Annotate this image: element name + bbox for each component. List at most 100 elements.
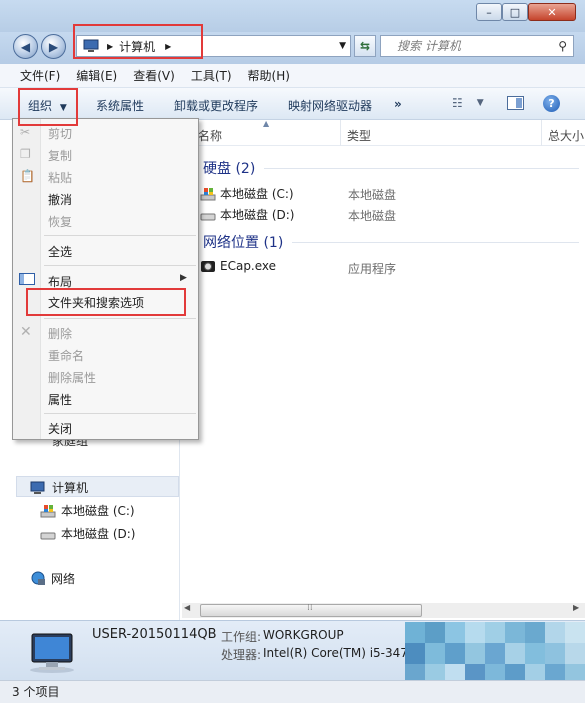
windows-drive-icon <box>40 504 56 517</box>
group-hard-disks[interactable]: 硬盘 (2) <box>203 158 255 178</box>
processor-label: 处理器: <box>221 648 262 662</box>
close-icon: ✕ <box>547 5 557 19</box>
menu-item-properties[interactable]: 属性 <box>48 391 72 408</box>
item-name: 本地磁盘 (C:) <box>220 187 294 201</box>
sort-ascending-icon: ▲ <box>263 119 270 128</box>
windows-drive-icon <box>200 187 216 200</box>
menu-view[interactable]: 查看(V) <box>133 67 175 84</box>
menu-item-cut[interactable]: 剪切 <box>48 125 72 142</box>
highlight-folder-options <box>26 288 186 316</box>
preview-pane-icon <box>516 98 522 108</box>
menu-item-remove-properties[interactable]: 删除属性 <box>48 369 96 386</box>
help-icon: ? <box>548 97 555 110</box>
status-bar <box>0 680 585 703</box>
minimize-icon: – <box>486 5 492 19</box>
uninstall-program-button[interactable]: 卸载或更改程序 <box>174 97 258 114</box>
search-input[interactable] <box>395 38 535 54</box>
refresh-button[interactable]: ⇆ <box>354 35 376 57</box>
item-name: ECap.exe <box>220 259 277 273</box>
list-item[interactable]: 本地磁盘 (D:) <box>200 206 294 223</box>
copy-icon: ❐ <box>20 147 31 161</box>
menu-item-rename[interactable]: 重命名 <box>48 347 84 364</box>
group-network-locations[interactable]: 网络位置 (1) <box>203 232 283 252</box>
menu-item-paste[interactable]: 粘贴 <box>48 169 72 186</box>
minimize-button[interactable]: – <box>476 3 502 21</box>
more-commands-button[interactable]: » <box>394 97 402 111</box>
processor-value: Intel(R) Core(TM) i5-347 <box>263 646 408 660</box>
layout-icon <box>19 273 35 285</box>
search-icon[interactable]: ⚲ <box>558 39 567 53</box>
group-divider <box>292 242 579 243</box>
menu-separator <box>44 265 196 266</box>
menu-separator <box>44 235 196 236</box>
computer-large-icon <box>26 630 78 677</box>
refresh-icon: ⇆ <box>359 39 371 53</box>
camera-app-icon <box>201 261 215 272</box>
column-type-header[interactable]: 类型 <box>347 127 371 144</box>
search-box[interactable]: ⚲ <box>380 35 574 57</box>
nav-drive-d[interactable]: 本地磁盘 (D:) <box>40 525 135 542</box>
maximize-icon: □ <box>509 5 521 19</box>
network-icon <box>31 571 45 585</box>
computer-name: USER-20150114QB <box>92 627 217 642</box>
forward-button[interactable]: ▶ <box>41 34 66 59</box>
change-view-button[interactable]: ☷ ▼ <box>452 96 484 110</box>
scissors-icon: ✂ <box>20 125 31 139</box>
delete-icon: ✕ <box>20 324 32 340</box>
menu-separator <box>44 318 196 319</box>
list-item[interactable]: ECap.exe <box>200 259 276 273</box>
highlight-organize <box>18 88 78 126</box>
preview-pane-button[interactable] <box>507 96 524 110</box>
menu-item-undo[interactable]: 撤消 <box>48 191 72 208</box>
workgroup-value: WORKGROUP <box>263 628 344 642</box>
drive-icon <box>200 213 216 220</box>
scrollbar-grip-icon: ⁞⁞ <box>307 603 313 613</box>
nav-computer[interactable]: 计算机 <box>30 479 88 496</box>
group-divider <box>264 168 579 169</box>
maximize-button[interactable]: □ <box>502 3 528 21</box>
menu-help[interactable]: 帮助(H) <box>248 67 290 84</box>
list-item[interactable]: 本地磁盘 (C:) <box>200 185 294 202</box>
menu-item-redo[interactable]: 恢复 <box>48 213 72 230</box>
column-divider <box>340 120 341 146</box>
menu-separator <box>44 413 196 414</box>
menu-file[interactable]: 文件(F) <box>20 67 60 84</box>
system-properties-button[interactable]: 系统属性 <box>96 97 144 114</box>
nav-network-label: 网络 <box>51 572 76 586</box>
submenu-arrow-icon: ▶ <box>180 273 187 283</box>
highlight-address <box>73 24 203 59</box>
drive-icon <box>40 532 56 539</box>
menu-bar: 文件(F) 编辑(E) 查看(V) 工具(T) 帮助(H) <box>0 64 585 88</box>
item-name: 本地磁盘 (D:) <box>220 208 295 222</box>
arrow-left-icon: ◀ <box>20 39 31 54</box>
arrow-right-icon: ▶ <box>48 39 59 54</box>
column-divider <box>541 120 542 146</box>
computer-icon <box>30 481 45 494</box>
menu-edit[interactable]: 编辑(E) <box>76 67 117 84</box>
view-list-icon: ☷ <box>452 96 463 110</box>
nav-drive-c-label: 本地磁盘 (C:) <box>61 504 135 518</box>
close-button[interactable]: ✕ <box>528 3 576 21</box>
map-network-drive-button[interactable]: 映射网络驱动器 <box>288 97 372 114</box>
item-count: 3 个项目 <box>12 685 60 699</box>
scroll-left-icon[interactable]: ◀ <box>184 603 190 612</box>
scroll-right-icon[interactable]: ▶ <box>573 603 579 612</box>
nav-network[interactable]: 网络 <box>30 570 75 587</box>
item-type: 应用程序 <box>348 262 397 276</box>
column-total-header[interactable]: 总大小 <box>548 127 584 144</box>
column-header-row <box>180 120 585 146</box>
item-type: 本地磁盘 <box>348 209 397 223</box>
menu-item-copy[interactable]: 复制 <box>48 147 72 164</box>
column-name-header[interactable]: 名称 <box>198 127 222 144</box>
menu-tools[interactable]: 工具(T) <box>191 67 232 84</box>
menu-item-delete[interactable]: 删除 <box>48 325 72 342</box>
menu-item-select-all[interactable]: 全选 <box>48 243 72 260</box>
paste-icon: 📋 <box>20 169 35 183</box>
workgroup-label: 工作组: <box>221 630 262 644</box>
back-button[interactable]: ◀ <box>13 34 38 59</box>
help-button[interactable]: ? <box>543 95 560 112</box>
menu-item-close[interactable]: 关闭 <box>48 420 72 437</box>
nav-computer-label: 计算机 <box>52 481 89 495</box>
address-dropdown-icon[interactable]: ▼ <box>339 41 346 51</box>
nav-drive-c[interactable]: 本地磁盘 (C:) <box>40 502 135 519</box>
